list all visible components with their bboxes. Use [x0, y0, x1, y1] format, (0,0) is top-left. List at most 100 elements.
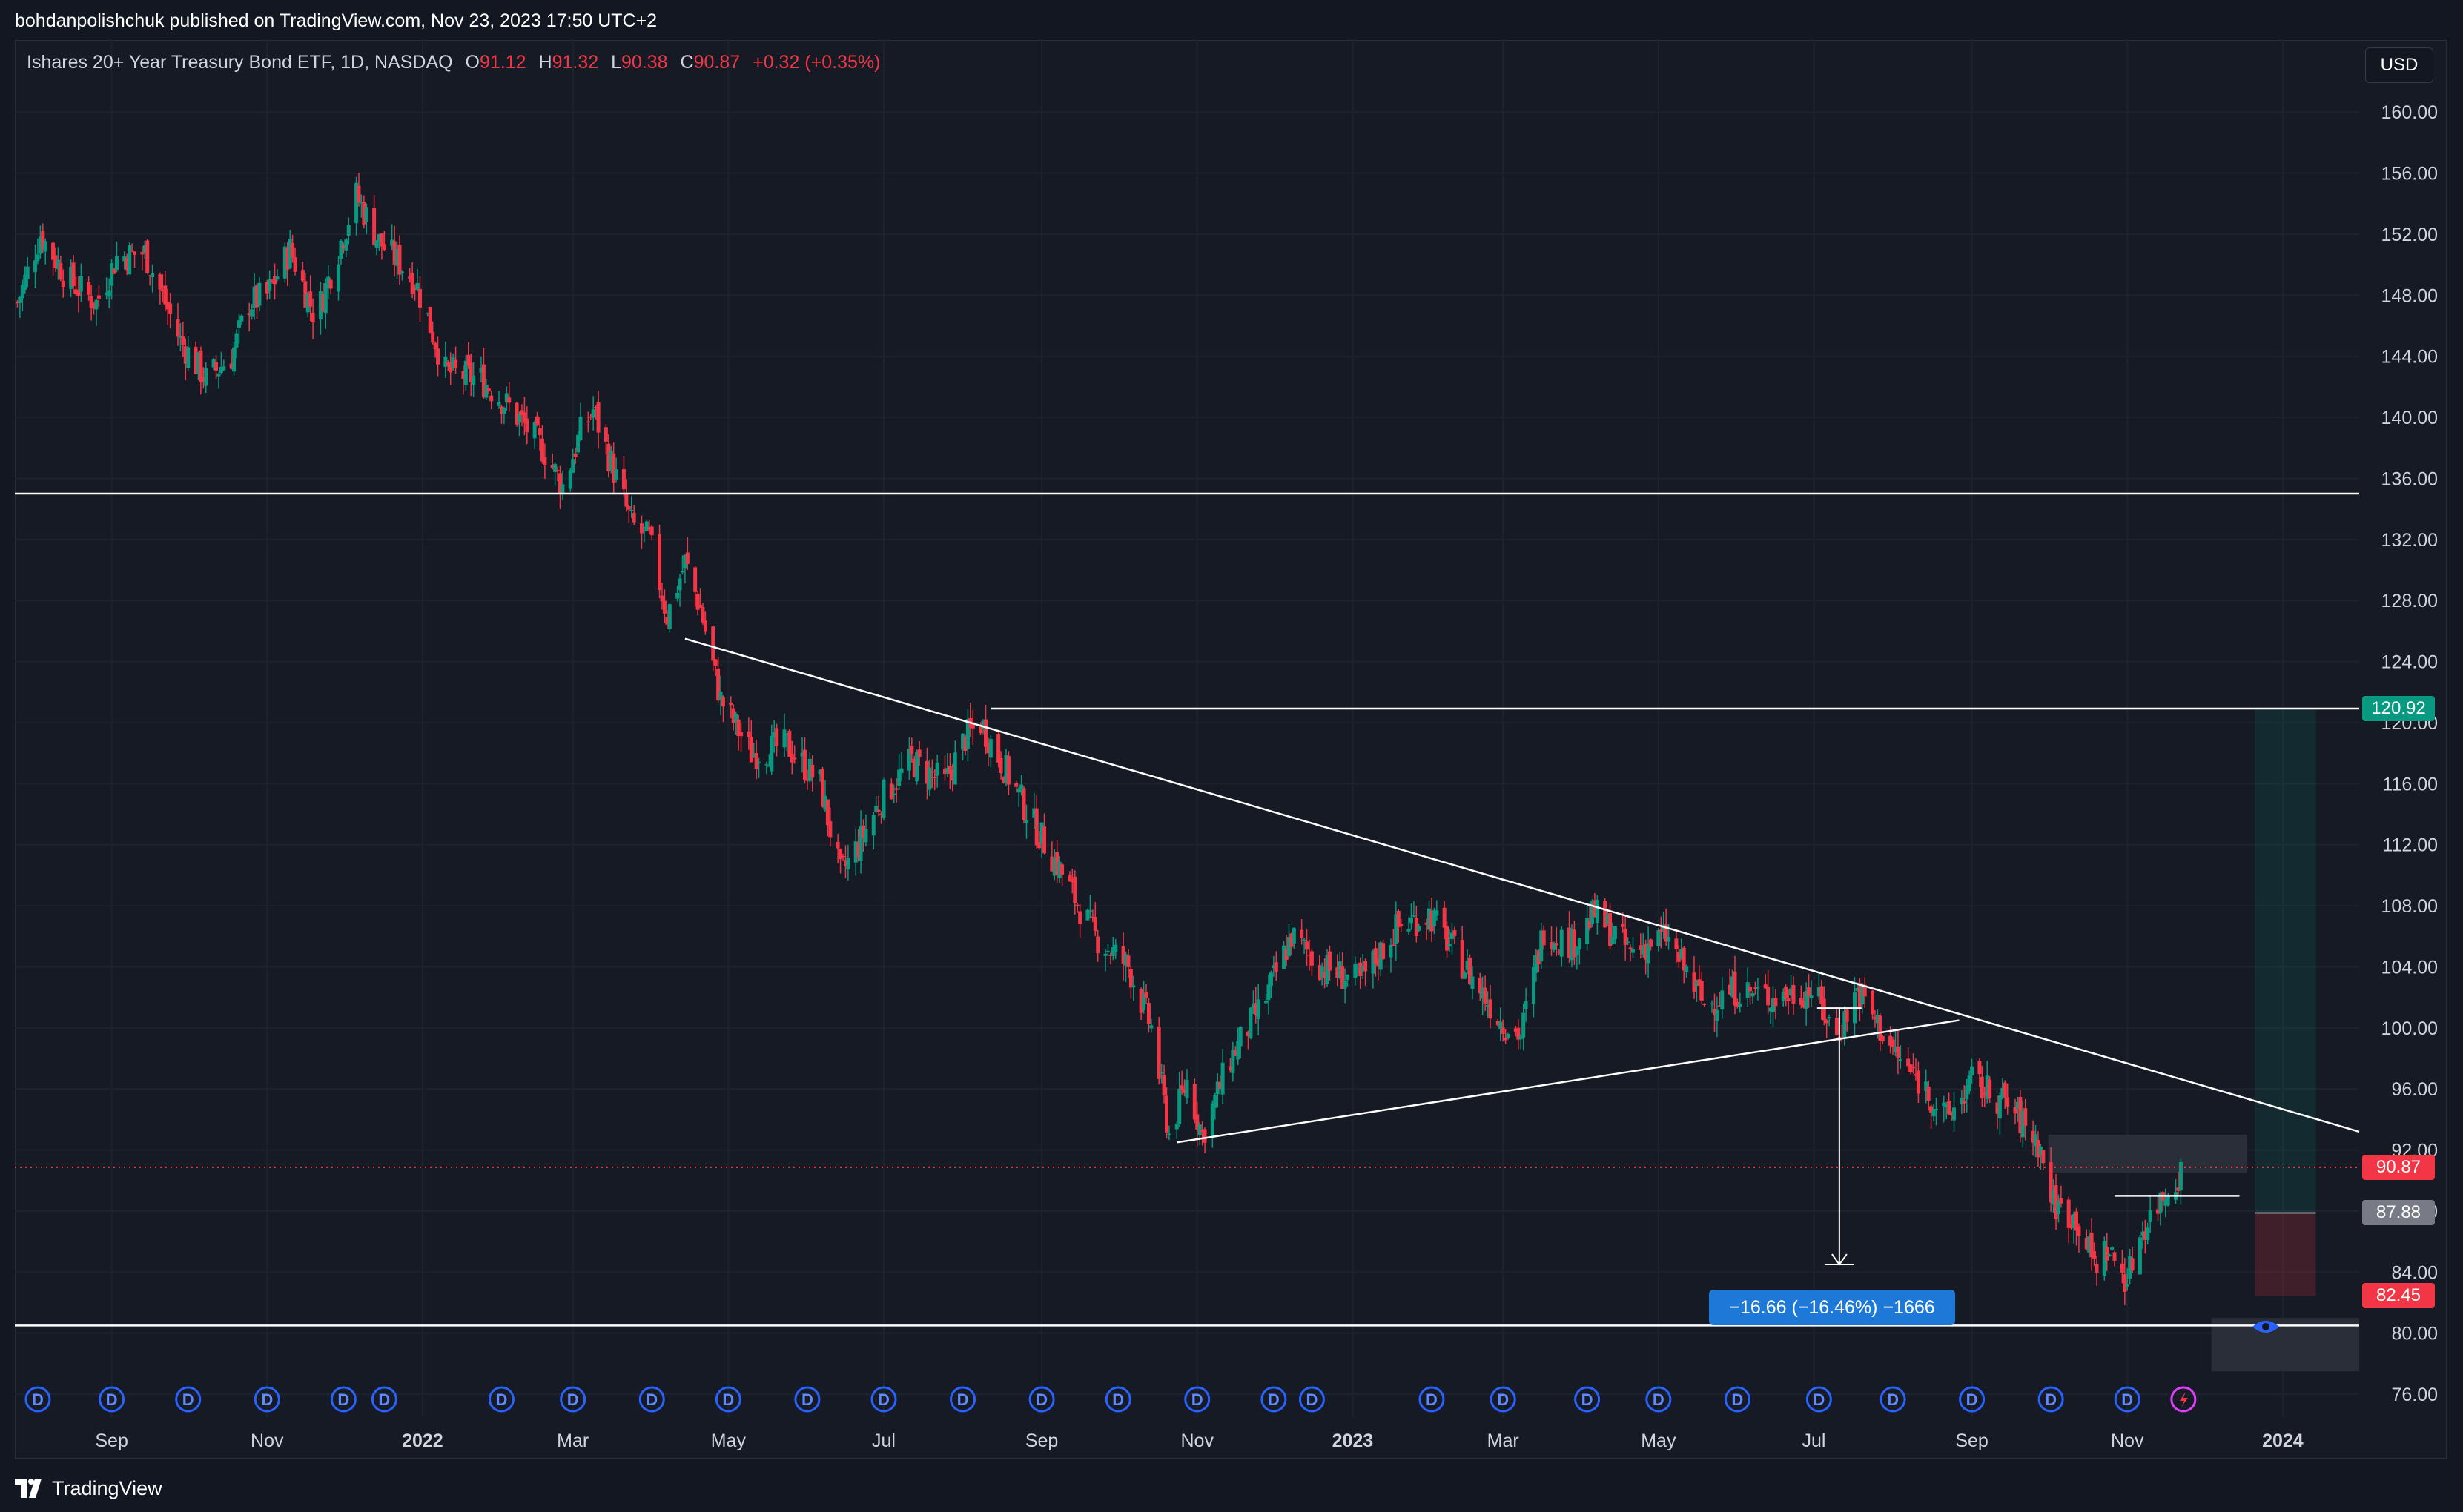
candle-body: [1452, 930, 1457, 937]
candle-body: [436, 348, 440, 365]
candle-body: [130, 250, 134, 252]
candle-body: [930, 771, 934, 773]
dividend-marker-label: D: [646, 1390, 658, 1409]
candle-body: [983, 719, 988, 747]
candle-body: [1302, 939, 1306, 941]
candle-body: [629, 509, 634, 511]
candle-body: [1896, 1046, 1900, 1058]
candle-body: [1078, 911, 1082, 924]
x-tick-label: Mar: [1487, 1430, 1519, 1451]
candle-body: [2138, 1237, 2142, 1275]
candle-body: [1630, 949, 1635, 953]
range-box: [2048, 1135, 2247, 1173]
candle-body: [59, 263, 63, 280]
candle-body: [555, 470, 560, 471]
candle-body: [1353, 963, 1358, 978]
candle-body: [892, 793, 896, 795]
close-value: 90.87: [693, 52, 741, 73]
footer-brand-text: TradingView: [52, 1476, 162, 1499]
candle-body: [400, 271, 404, 273]
candle-body: [110, 263, 114, 286]
candle-body: [525, 418, 529, 433]
x-tick-label: 2023: [1332, 1430, 1374, 1451]
candle-body: [1014, 782, 1019, 787]
dividend-marker-label: D: [378, 1390, 390, 1409]
candle-body: [454, 359, 458, 368]
candle-body: [571, 459, 575, 474]
candle-body: [518, 414, 522, 423]
candle-body: [25, 266, 30, 279]
candle-body: [1073, 876, 1077, 903]
candle-body: [257, 282, 262, 306]
candle-body: [1871, 990, 1875, 1015]
change-value: +0.32 (+0.35%): [753, 52, 881, 73]
candle-body: [489, 395, 494, 402]
price-chart[interactable]: 76.0080.0084.0088.0092.0096.00100.00104.…: [0, 0, 2463, 1512]
candle-body: [627, 506, 631, 510]
candle-body: [1501, 1027, 1505, 1034]
price-tag: 87.88: [2362, 1200, 2435, 1226]
candle-body: [1300, 929, 1304, 938]
candle-body: [1238, 1027, 1243, 1047]
candle-body: [216, 373, 221, 377]
candle-body: [591, 409, 595, 418]
y-tick-label: 144.00: [2381, 347, 2438, 368]
dividend-marker-label: D: [801, 1390, 813, 1409]
dividend-marker-label: D: [1426, 1390, 1438, 1409]
high-label: H: [538, 52, 552, 73]
dividend-marker-label: D: [1581, 1390, 1593, 1409]
candle-body: [364, 207, 368, 222]
candle-body: [749, 737, 753, 763]
candle-body: [1381, 943, 1386, 959]
candle-body: [1738, 1003, 1742, 1007]
candle-body: [1649, 939, 1653, 947]
candle-body: [876, 809, 881, 812]
candle-body: [1541, 930, 1546, 946]
candle-body: [1822, 998, 1826, 1021]
candle-body: [2041, 1150, 2046, 1164]
candle-body: [1075, 904, 1080, 906]
footer-brand[interactable]: TradingView: [15, 1471, 162, 1505]
candle-body: [1406, 929, 1411, 932]
candle-body: [1165, 1095, 1169, 1133]
candle-body: [1483, 987, 1487, 1004]
candle-body: [1162, 1075, 1166, 1095]
candle-body: [232, 347, 237, 372]
candle-body: [484, 385, 489, 398]
candle-body: [1559, 929, 1564, 957]
candle-body: [1309, 951, 1314, 966]
candle-body: [1412, 915, 1416, 917]
candle-body: [71, 262, 76, 287]
candle-body: [507, 397, 512, 403]
x-tick-label: May: [711, 1430, 747, 1451]
candle-body: [1613, 926, 1617, 940]
y-tick-label: 96.00: [2391, 1079, 2438, 1100]
candle-body: [410, 272, 414, 294]
dividend-marker-label: D: [1191, 1390, 1203, 1409]
trend-line[interactable]: [684, 637, 2360, 1133]
dividend-marker-label: D: [1036, 1390, 1048, 1409]
trend-line[interactable]: [1177, 1019, 1960, 1144]
candle-body: [1128, 969, 1133, 988]
candle-body: [214, 362, 219, 371]
candle-body: [1524, 1001, 1528, 1009]
candle-body: [239, 315, 244, 322]
candle-body: [1442, 907, 1447, 928]
dividend-marker-label: D: [496, 1390, 508, 1409]
candle-body: [1595, 899, 1599, 923]
candle-body: [1773, 997, 1778, 1007]
x-tick-label: 2022: [402, 1430, 443, 1451]
candle-body: [662, 600, 667, 614]
candle-body: [1174, 1124, 1179, 1130]
candle-body: [1880, 1036, 1885, 1041]
low-value: 90.38: [621, 52, 668, 73]
candle-body: [747, 731, 751, 737]
x-tick-label: Mar: [557, 1430, 589, 1451]
candle-body: [1710, 1003, 1714, 1005]
candle-body: [328, 279, 333, 289]
dividend-marker-label: D: [2121, 1390, 2133, 1409]
currency-button[interactable]: USD: [2365, 47, 2433, 83]
candle-body: [168, 303, 173, 314]
candle-body: [163, 285, 168, 305]
candle-body: [308, 291, 313, 307]
